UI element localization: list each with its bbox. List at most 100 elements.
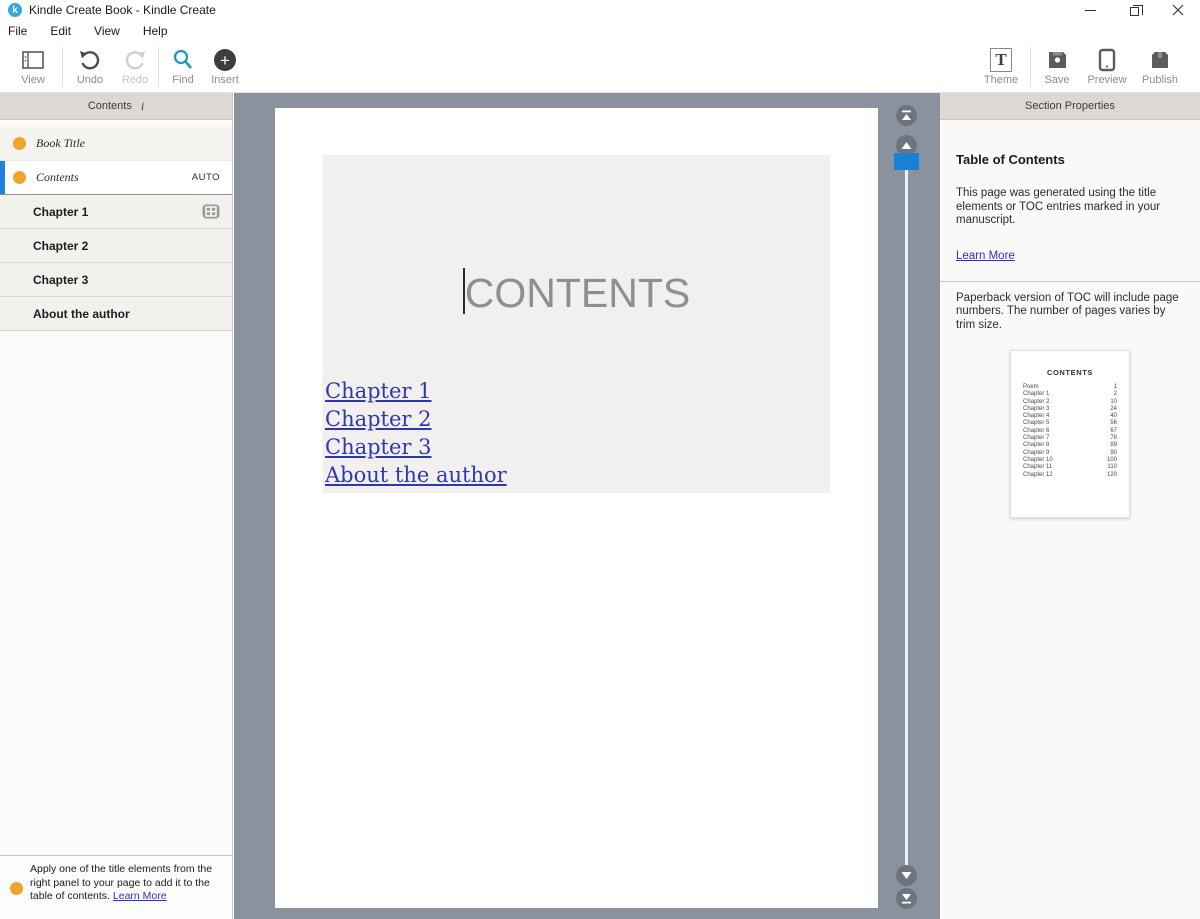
paperback-note: Paperback version of TOC will include pa… <box>956 292 1184 333</box>
toc-thumbnail-entry: Chapter 10100 <box>1023 457 1117 464</box>
save-button[interactable]: Save <box>1031 47 1083 89</box>
chevron-down-icon <box>900 870 913 881</box>
hint-text: Apply one of the title elements from the… <box>30 863 228 904</box>
book-page[interactable]: CONTENTS Chapter 1 Chapter 2 Chapter 3 A… <box>275 108 878 908</box>
view-icon <box>20 47 46 73</box>
toc-thumbnail-entry: Chapter 667 <box>1023 428 1117 435</box>
section-properties-panel: Section Properties Table of Contents Thi… <box>940 93 1200 919</box>
toc-thumbnail-entry: Chapter 324 <box>1023 406 1117 413</box>
toc-thumbnail-entry: Poem1 <box>1023 384 1117 391</box>
skip-to-bottom-icon <box>900 892 913 905</box>
search-icon <box>171 47 195 73</box>
sidebar-item-about-the-author[interactable]: About the author <box>0 297 232 331</box>
scroll-to-bottom-button[interactable] <box>896 888 917 909</box>
toc-link-about-the-author[interactable]: About the author <box>325 461 507 489</box>
menu-help[interactable]: Help <box>143 22 178 40</box>
toc-thumbnail-entry: Chapter 556 <box>1023 420 1117 427</box>
preview-button[interactable]: Preview <box>1081 47 1133 89</box>
title-bar: k Kindle Create Book - Kindle Create <box>0 0 1200 20</box>
panel-divider <box>940 281 1200 282</box>
scrollbar-track[interactable] <box>905 151 908 873</box>
main-content: Contents i Book Title Contents AUTO Chap… <box>0 93 1200 919</box>
toc-thumbnail-entry: Chapter 11110 <box>1023 464 1117 471</box>
sidebar-item-label: Chapter 2 <box>33 239 88 253</box>
toc-link-chapter-3[interactable]: Chapter 3 <box>325 433 507 461</box>
toc-thumbnail-entry: Chapter 12 <box>1023 391 1117 398</box>
title-element-dot-icon <box>13 137 26 150</box>
redo-button[interactable]: Redo <box>109 47 161 89</box>
info-icon[interactable]: i <box>141 99 144 114</box>
menu-edit[interactable]: Edit <box>50 22 81 40</box>
minimize-icon <box>1085 10 1096 11</box>
sidebar-item-label: Chapter 1 <box>33 205 88 219</box>
insert-plus-icon: + <box>214 47 236 73</box>
toc-thumbnail-entries: Poem1Chapter 12Chapter 210Chapter 324Cha… <box>1011 377 1129 479</box>
sidebar-hint-note: Apply one of the title elements from the… <box>0 855 232 919</box>
minimize-button[interactable] <box>1068 0 1112 20</box>
page-scrollbar <box>874 93 940 919</box>
scrollbar-thumb[interactable] <box>894 153 919 170</box>
title-element-dot-icon <box>13 171 26 184</box>
toc-title-row[interactable]: CONTENTS <box>323 268 830 317</box>
sidebar-header: Contents i <box>0 93 232 120</box>
sidebar-item-book-title[interactable]: Book Title <box>0 127 232 161</box>
publish-package-icon <box>1148 47 1172 73</box>
sidebar-item-chapter-1[interactable]: Chapter 1 <box>0 195 232 229</box>
close-button[interactable] <box>1156 0 1200 20</box>
close-icon <box>1172 4 1184 16</box>
preview-device-icon <box>1096 47 1118 73</box>
undo-icon <box>78 47 102 73</box>
learn-more-link[interactable]: Learn More <box>956 250 1015 262</box>
theme-icon: T <box>990 47 1012 73</box>
thumbnail-title: CONTENTS <box>1011 351 1129 377</box>
right-panel-header-label: Section Properties <box>1025 100 1115 112</box>
insert-button[interactable]: + Insert <box>199 47 251 89</box>
menu-view[interactable]: View <box>94 22 130 40</box>
toolbar-separator <box>62 47 63 87</box>
scroll-down-button[interactable] <box>896 865 917 886</box>
publish-button[interactable]: Publish <box>1134 47 1186 89</box>
grid-icon[interactable] <box>202 204 220 224</box>
toc-thumbnail-entry: Chapter 210 <box>1023 399 1117 406</box>
toc-link-chapter-1[interactable]: Chapter 1 <box>325 377 507 405</box>
right-panel-header: Section Properties <box>940 93 1200 120</box>
hint-learn-more-link[interactable]: Learn More <box>113 890 167 902</box>
sidebar-item-contents[interactable]: Contents AUTO <box>0 161 232 195</box>
window-title: Kindle Create Book - Kindle Create <box>29 3 216 17</box>
theme-button[interactable]: T Theme <box>975 47 1027 89</box>
right-panel-body: Table of Contents This page was generate… <box>940 152 1200 518</box>
auto-badge: AUTO <box>192 172 220 183</box>
toc-thumbnail-entry: Chapter 12120 <box>1023 472 1117 479</box>
view-button[interactable]: View <box>7 47 59 89</box>
sidebar-item-list: Book Title Contents AUTO Chapter 1 Chapt… <box>0 127 232 331</box>
section-title: Table of Contents <box>956 152 1184 167</box>
section-description: This page was generated using the title … <box>956 187 1184 228</box>
sidebar-header-label: Contents <box>88 100 132 112</box>
toc-content-block[interactable]: CONTENTS Chapter 1 Chapter 2 Chapter 3 A… <box>323 155 830 493</box>
title-element-dot-icon <box>10 882 23 895</box>
toolbar: View Undo Redo Find + Insert T Theme Sav… <box>0 41 1200 93</box>
sidebar-item-chapter-3[interactable]: Chapter 3 <box>0 263 232 297</box>
toc-thumbnail-entry: Chapter 778 <box>1023 435 1117 442</box>
toc-preview-thumbnail: CONTENTS Poem1Chapter 12Chapter 210Chapt… <box>1010 350 1130 518</box>
sidebar-item-label: About the author <box>33 307 130 321</box>
redo-icon <box>123 47 147 73</box>
sidebar-item-chapter-2[interactable]: Chapter 2 <box>0 229 232 263</box>
restore-icon <box>1130 7 1139 16</box>
restore-button[interactable] <box>1112 0 1156 20</box>
toc-thumbnail-entry: Chapter 889 <box>1023 442 1117 449</box>
sidebar-item-label: Book Title <box>36 136 85 151</box>
sidebar-item-label: Contents <box>36 170 79 185</box>
window-controls <box>1068 0 1200 20</box>
toc-page-title[interactable]: CONTENTS <box>465 270 691 317</box>
chevron-up-icon <box>900 140 913 151</box>
toc-thumbnail-entry: Chapter 990 <box>1023 450 1117 457</box>
contents-sidebar: Contents i Book Title Contents AUTO Chap… <box>0 93 233 919</box>
scroll-to-top-button[interactable] <box>896 105 917 126</box>
menu-file[interactable]: File <box>8 22 37 40</box>
toc-link-list: Chapter 1 Chapter 2 Chapter 3 About the … <box>325 377 507 489</box>
editor-canvas: CONTENTS Chapter 1 Chapter 2 Chapter 3 A… <box>234 93 940 919</box>
toc-thumbnail-entry: Chapter 440 <box>1023 413 1117 420</box>
toc-link-chapter-2[interactable]: Chapter 2 <box>325 405 507 433</box>
skip-to-top-icon <box>900 109 913 122</box>
